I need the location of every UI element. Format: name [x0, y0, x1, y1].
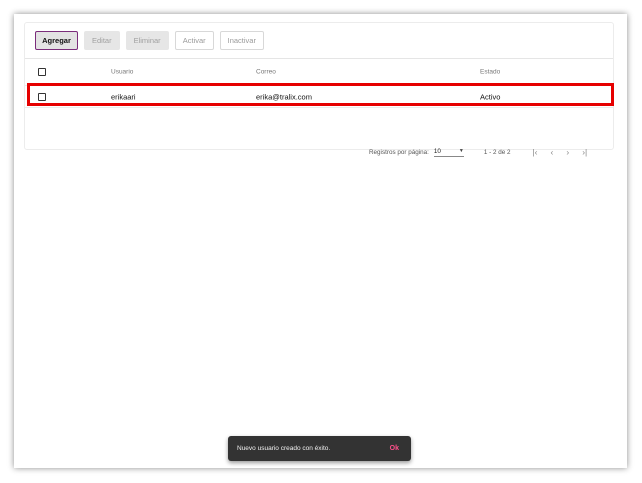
table-header-row: Usuario Correo Estado — [25, 59, 613, 86]
previous-page-icon[interactable]: ‹ — [551, 147, 554, 157]
users-panel: Agregar Editar Eliminar Activar Inactiva… — [24, 22, 614, 150]
users-table: Usuario Correo Estado erikaari erika@tra… — [25, 59, 614, 133]
deactivate-button[interactable]: Inactivar — [219, 31, 264, 50]
page-size-select[interactable]: 10 ▼ — [433, 147, 464, 157]
snackbar: Nuevo usuario creado con éxito. Ok — [228, 436, 411, 461]
page-range: 1 - 2 de 2 — [483, 148, 511, 156]
toolbar: Agregar Editar Eliminar Activar Inactiva… — [35, 31, 264, 50]
next-page-icon[interactable]: › — [566, 147, 569, 157]
column-header-status[interactable]: Estado — [480, 69, 500, 76]
select-all-checkbox[interactable] — [38, 68, 46, 76]
activate-button[interactable]: Activar — [174, 31, 214, 50]
column-header-user[interactable]: Usuario — [111, 69, 133, 76]
add-button[interactable]: Agregar — [35, 31, 78, 50]
column-header-email[interactable]: Correo — [256, 69, 276, 76]
edit-button[interactable]: Editar — [84, 31, 120, 50]
snackbar-ok-button[interactable]: Ok — [390, 445, 399, 452]
first-page-icon[interactable]: |‹ — [532, 147, 537, 157]
last-page-icon[interactable]: ›| — [582, 147, 587, 157]
page-size-value: 10 — [433, 147, 441, 155]
cell-email: erika@tralix.com — [256, 92, 312, 101]
row-checkbox[interactable] — [38, 92, 46, 101]
cell-user: erikaari — [111, 92, 136, 101]
app-window: Agregar Editar Eliminar Activar Inactiva… — [14, 14, 627, 468]
table-row[interactable]: erikaari erika@tralix.com Activo — [25, 83, 614, 108]
table-empty-row — [25, 108, 613, 133]
delete-button[interactable]: Eliminar — [125, 31, 169, 50]
chevron-down-icon: ▼ — [458, 148, 464, 154]
paginator: Registros por página: 10 ▼ 1 - 2 de 2 |‹… — [369, 147, 587, 157]
cell-status: Activo — [480, 92, 501, 101]
paginator-nav: |‹ ‹ › ›| — [532, 147, 587, 157]
snackbar-message: Nuevo usuario creado con éxito. — [237, 445, 331, 452]
page-size-label: Registros por página: — [369, 148, 429, 156]
